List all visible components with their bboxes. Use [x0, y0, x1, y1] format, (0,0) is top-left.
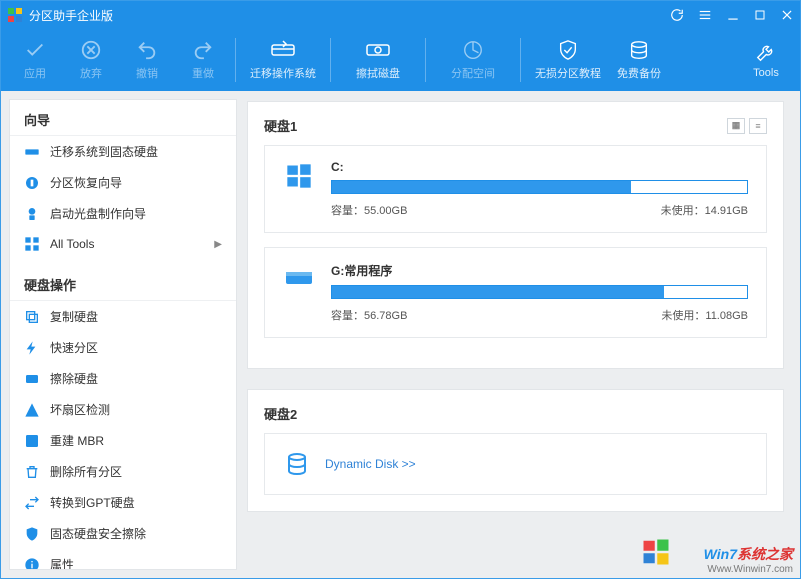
toolbar-separator: [425, 38, 426, 82]
wrench-icon: [752, 41, 780, 63]
ssd-icon: [24, 144, 40, 160]
sidebar-item-convert-gpt[interactable]: 转换到GPT硬盘: [10, 487, 236, 518]
mbr-icon: [24, 433, 40, 449]
minimize-button[interactable]: [726, 8, 740, 22]
trash-icon: [24, 464, 40, 480]
sidebar-item-delete-all[interactable]: 删除所有分区: [10, 456, 236, 487]
convert-icon: [24, 495, 40, 511]
app-title: 分区助手企业版: [29, 7, 670, 24]
copy-icon: [24, 309, 40, 325]
usage-bar: [331, 180, 748, 194]
redo-button[interactable]: 重做: [175, 32, 231, 88]
erase-icon: [24, 371, 40, 387]
maximize-button[interactable]: [754, 9, 766, 21]
bolt-icon: [24, 340, 40, 356]
secure-erase-icon: [24, 526, 40, 542]
database-icon: [283, 452, 311, 476]
main-panel: 硬盘1 ▦ ≡ C: 容量：55.00GB 未: [237, 91, 800, 578]
partition-card-g[interactable]: G:常用程序 容量：56.78GB 未使用：11.08GB: [264, 247, 767, 338]
toolbar: 应用 放弃 撤销 重做 迁移操作系统 擦拭磁盘 分配空间 无损分区教程 免费备份…: [1, 29, 800, 91]
allocate-button[interactable]: 分配空间: [430, 32, 516, 88]
sidebar: 向导 迁移系统到固态硬盘 分区恢复向导 启动光盘制作向导 All Tools▶ …: [9, 99, 237, 570]
recovery-icon: [24, 175, 40, 191]
info-icon: [24, 557, 40, 571]
disc-icon: [24, 206, 40, 222]
allocate-icon: [459, 39, 487, 61]
partition-name: C:: [331, 160, 748, 174]
wipe-disk-button[interactable]: 擦拭磁盘: [335, 32, 421, 88]
sidebar-item-copy-disk[interactable]: 复制硬盘: [10, 301, 236, 332]
backup-button[interactable]: 免费备份: [611, 32, 667, 88]
dynamic-disk-label: Dynamic Disk >>: [325, 457, 416, 471]
sidebar-item-quick-partition[interactable]: 快速分区: [10, 332, 236, 363]
apply-button[interactable]: 应用: [7, 32, 63, 88]
tools-button[interactable]: Tools: [738, 32, 794, 88]
disk2-title: 硬盘2: [264, 404, 297, 423]
sidebar-item-ssd-secure-erase[interactable]: 固态硬盘安全擦除: [10, 518, 236, 549]
discard-button[interactable]: 放弃: [63, 32, 119, 88]
sidebar-item-properties[interactable]: 属性: [10, 549, 236, 570]
redo-icon: [189, 39, 217, 61]
partition-name: G:常用程序: [331, 262, 748, 279]
sidebar-item-rebuild-mbr[interactable]: 重建 MBR: [10, 425, 236, 456]
backup-icon: [625, 39, 653, 61]
sidebar-item-alltools[interactable]: All Tools▶: [10, 229, 236, 259]
sidebar-item-badsector[interactable]: 坏扇区检测: [10, 394, 236, 425]
warning-icon: [24, 402, 40, 418]
diskops-section-title: 硬盘操作: [10, 265, 236, 300]
view-list-button[interactable]: ≡: [749, 118, 767, 134]
toolbar-separator: [235, 38, 236, 82]
toolbar-separator: [330, 38, 331, 82]
lossless-button[interactable]: 无损分区教程: [525, 32, 611, 88]
dynamic-disk-link[interactable]: Dynamic Disk >>: [264, 433, 767, 495]
toolbar-separator: [520, 38, 521, 82]
refresh-icon[interactable]: [670, 8, 684, 22]
menu-icon[interactable]: [698, 8, 712, 22]
titlebar: 分区助手企业版: [1, 1, 800, 29]
partition-card-c[interactable]: C: 容量：55.00GB 未使用：14.91GB: [264, 145, 767, 233]
chevron-right-icon: ▶: [214, 239, 222, 250]
sidebar-item-bootdisc[interactable]: 启动光盘制作向导: [10, 198, 236, 229]
sidebar-item-recovery[interactable]: 分区恢复向导: [10, 167, 236, 198]
migrate-icon: [269, 39, 297, 61]
cancel-icon: [77, 39, 105, 61]
usage-bar-fill: [332, 181, 631, 193]
sidebar-item-migrate-ssd[interactable]: 迁移系统到固态硬盘: [10, 136, 236, 167]
migrate-os-button[interactable]: 迁移操作系统: [240, 32, 326, 88]
close-button[interactable]: [780, 8, 794, 22]
usage-bar-fill: [332, 286, 664, 298]
view-grid-button[interactable]: ▦: [727, 118, 745, 134]
usage-bar: [331, 285, 748, 299]
shield-icon: [554, 39, 582, 61]
drive-icon: [283, 262, 315, 294]
app-logo-icon: [7, 7, 23, 23]
windows-icon: [283, 160, 315, 192]
check-icon: [21, 39, 49, 61]
undo-button[interactable]: 撤销: [119, 32, 175, 88]
sidebar-item-wipe-disk[interactable]: 擦除硬盘: [10, 363, 236, 394]
disk1-title: 硬盘1: [264, 116, 297, 135]
undo-icon: [133, 39, 161, 61]
wipe-icon: [364, 39, 392, 61]
wizard-section-title: 向导: [10, 100, 236, 135]
grid-icon: [24, 236, 40, 252]
